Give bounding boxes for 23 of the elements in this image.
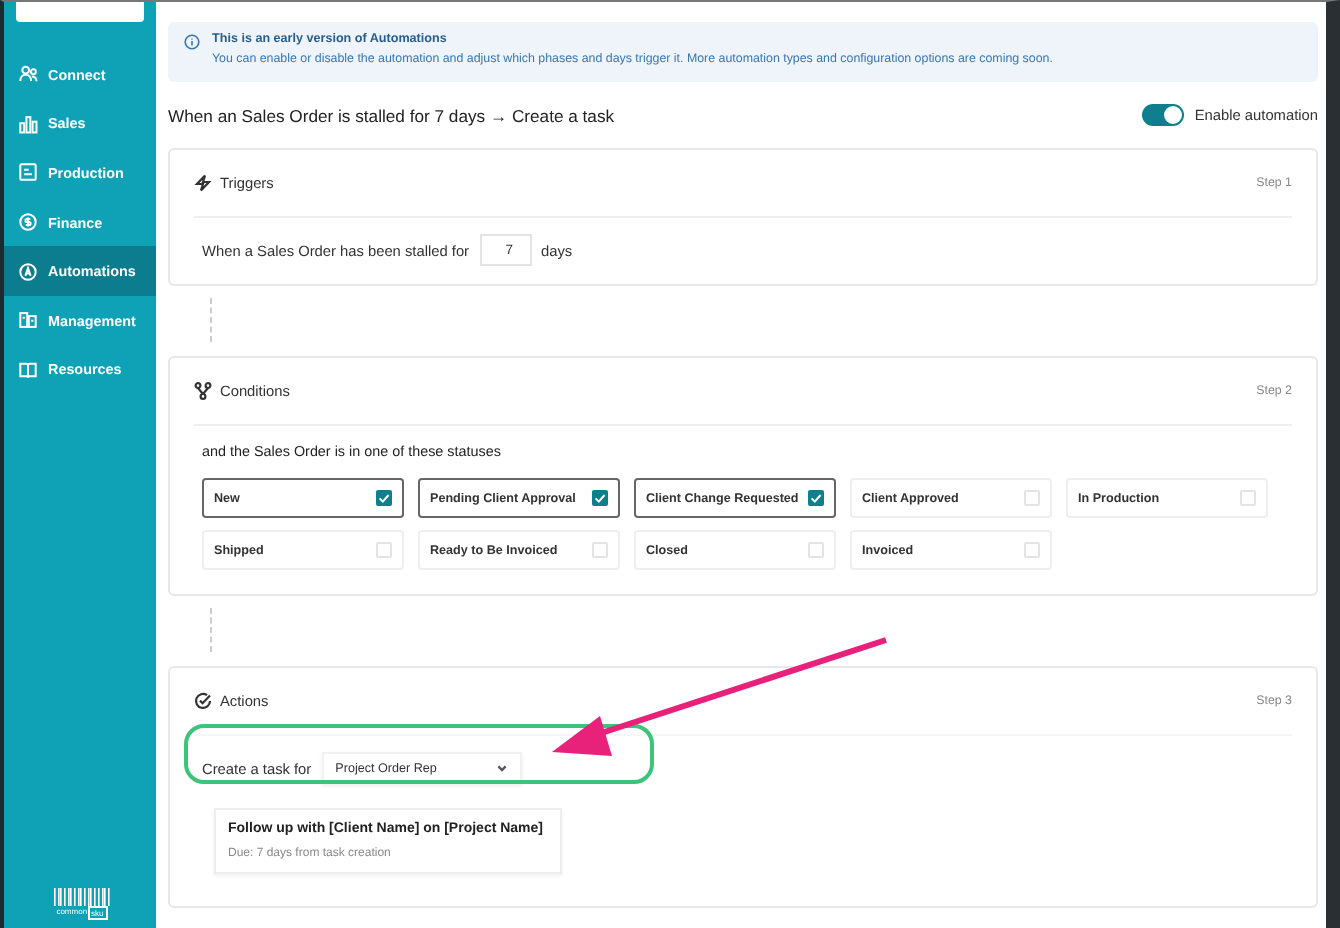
checkbox[interactable] <box>808 490 824 506</box>
checkbox[interactable] <box>808 542 824 558</box>
info-icon <box>184 34 200 50</box>
checkbox[interactable] <box>1024 490 1040 506</box>
checkbox[interactable] <box>376 490 392 506</box>
search-field[interactable] <box>16 2 144 22</box>
toggle-switch[interactable] <box>1142 104 1185 126</box>
barcode-icon <box>54 888 110 906</box>
checkbox[interactable] <box>1240 490 1256 506</box>
lightning-icon <box>194 174 212 192</box>
dollar-icon <box>18 212 38 233</box>
checkbox[interactable] <box>592 490 608 506</box>
people-icon <box>18 64 38 85</box>
check-circle-icon <box>194 692 212 710</box>
book-icon <box>18 359 38 380</box>
checkbox[interactable] <box>1024 542 1040 558</box>
bars-icon <box>18 113 38 134</box>
checkbox[interactable] <box>376 542 392 558</box>
checkbox[interactable] <box>592 542 608 558</box>
branch-icon <box>194 382 212 400</box>
board-icon <box>18 162 38 183</box>
caret-icon <box>495 762 508 774</box>
automation-heading: When an Sales Order is stalled for 7 days → Create a task <box>168 105 615 125</box>
